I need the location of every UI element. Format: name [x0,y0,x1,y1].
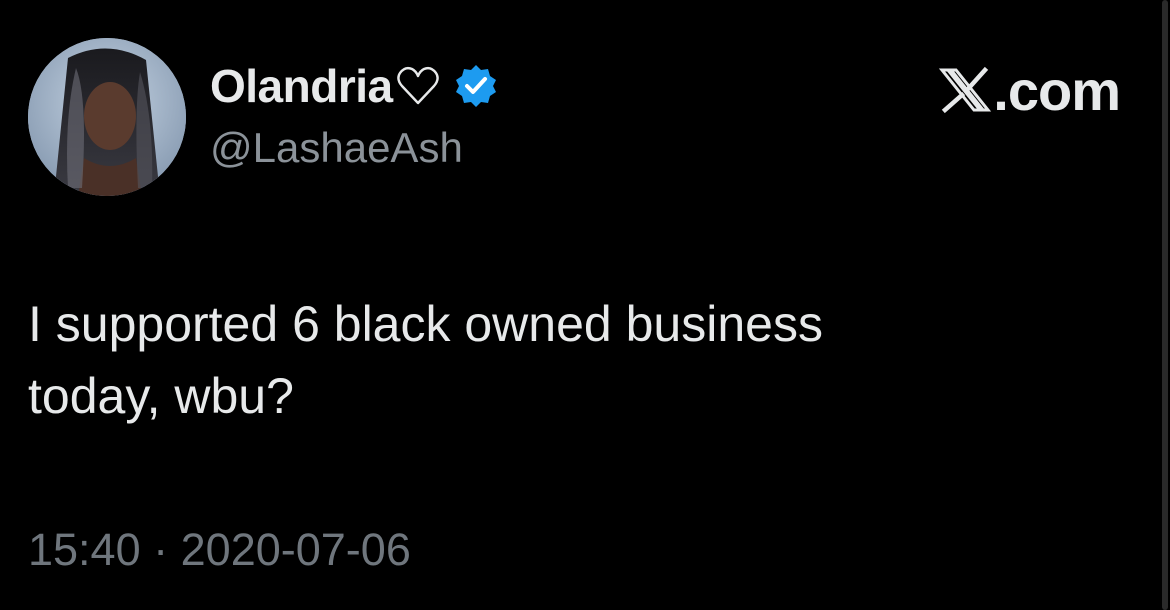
tweet-body-line: today, wbu? [28,368,294,424]
tweet-card: Olandria @LashaeAsh .com I supported 6 b [0,0,1170,610]
avatar-image [28,38,186,196]
avatar[interactable] [28,38,186,196]
tweet-body-line: I supported 6 black owned business [28,296,823,352]
heart-outline-icon [395,63,441,109]
brand-mark: .com [937,58,1121,122]
x-logo-icon [937,62,993,118]
timestamp-time: 15:40 [28,524,141,575]
tweet-body: I supported 6 black owned business today… [28,288,1108,432]
user-handle[interactable]: @LashaeAsh [210,124,463,172]
timestamp[interactable]: 15:40 · 2020-07-06 [28,524,411,576]
timestamp-separator: · [153,524,169,575]
timestamp-date: 2020-07-06 [180,524,411,575]
scrollbar[interactable] [1162,0,1168,610]
brand-text: .com [993,58,1121,122]
verified-badge-icon [453,63,499,109]
display-name[interactable]: Olandria [210,59,393,113]
display-name-row[interactable]: Olandria [210,58,499,114]
